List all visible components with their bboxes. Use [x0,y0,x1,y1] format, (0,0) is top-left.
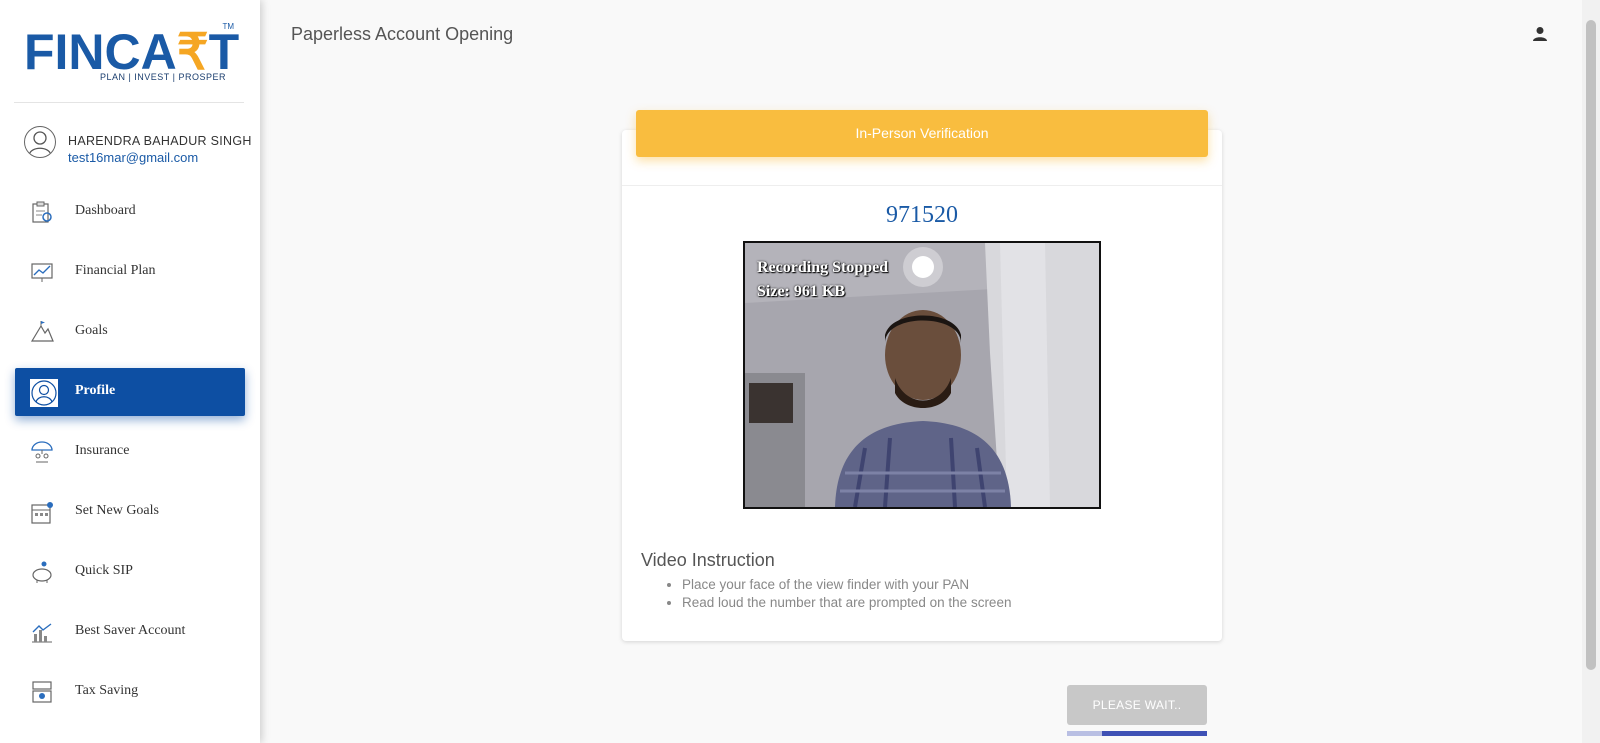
card-divider [622,185,1222,186]
user-name: HARENDRA BAHADUR SINGH [68,134,252,148]
sidebar-item-insurance[interactable]: Insurance [15,428,245,476]
video-preview[interactable]: Recording Stopped Size: 961 KB [743,241,1101,509]
tax-saving-icon [32,681,52,703]
recording-status: Recording Stopped [757,259,889,276]
fincart-logo[interactable]: FINCA₹T TM PLAN | INVEST | PROSPER [24,22,239,86]
sidebar-divider [14,102,244,103]
sidebar-item-label: Set New Goals [75,503,159,518]
user-avatar-icon [28,131,52,156]
page-title: Paperless Account Opening [291,24,514,44]
sidebar-item-profile[interactable]: Profile [15,368,245,416]
set-new-goals-icon [31,502,53,524]
sidebar-item-tax-saving[interactable]: Tax Saving [15,668,245,716]
verification-code: 971520 [886,202,958,228]
user-email: test16mar@gmail.com [68,150,199,165]
quick-sip-icon [32,561,52,583]
sidebar-item-label: Tax Saving [75,683,139,698]
financial-plan-icon [31,263,53,282]
page-scrollbar[interactable] [1582,0,1600,743]
trademark-mark: TM [222,22,234,31]
instruction-item: Place your face of the view finder with … [682,576,1011,594]
account-icon[interactable] [1532,26,1548,42]
progress-fill [1102,731,1207,736]
instruction-item: Read loud the number that are prompted o… [682,594,1011,612]
sidebar-item-dashboard[interactable]: Dashboard [15,188,245,236]
user-profile: HARENDRA BAHADUR SINGH test16mar@gmail.c… [24,124,254,168]
sidebar-item-goals[interactable]: Goals [15,308,245,356]
instructions-title: Video Instruction [641,550,775,570]
verification-banner: In-Person Verification [636,110,1208,157]
instructions-list: Place your face of the view finder with … [664,576,1011,612]
sidebar-item-financial-plan[interactable]: Financial Plan [15,248,245,296]
sidebar-item-quick-sip[interactable]: Quick SIP [15,548,245,596]
sidebar-item-set-new-goals[interactable]: Set New Goals [15,488,245,536]
sidebar-item-label: Financial Plan [75,263,156,278]
sidebar: FINCA₹T TM PLAN | INVEST | PROSPER HAREN… [0,0,260,743]
sidebar-item-best-saver-account[interactable]: Best Saver Account [15,608,245,656]
sidebar-item-label: Best Saver Account [75,623,186,638]
upload-progress-bar [1067,731,1207,736]
sidebar-item-label: Dashboard [75,203,136,218]
insurance-icon [31,441,53,463]
dashboard-icon [32,201,52,223]
avatar[interactable] [24,126,56,158]
sidebar-nav: Dashboard Financial Plan Goals Profile I… [15,188,245,728]
sidebar-item-label: Quick SIP [75,563,133,578]
profile-icon [30,379,58,407]
scrollbar-thumb[interactable] [1586,20,1596,670]
recording-size: Size: 961 KB [757,283,845,300]
sidebar-item-label: Goals [75,323,108,338]
please-wait-button[interactable]: PLEASE WAIT.. [1067,685,1207,725]
goals-icon [30,321,54,342]
logo-tagline: PLAN | INVEST | PROSPER [99,72,226,82]
sidebar-item-label: Insurance [75,443,130,458]
sidebar-item-label: Profile [75,383,116,398]
best-saver-account-icon [32,623,52,643]
